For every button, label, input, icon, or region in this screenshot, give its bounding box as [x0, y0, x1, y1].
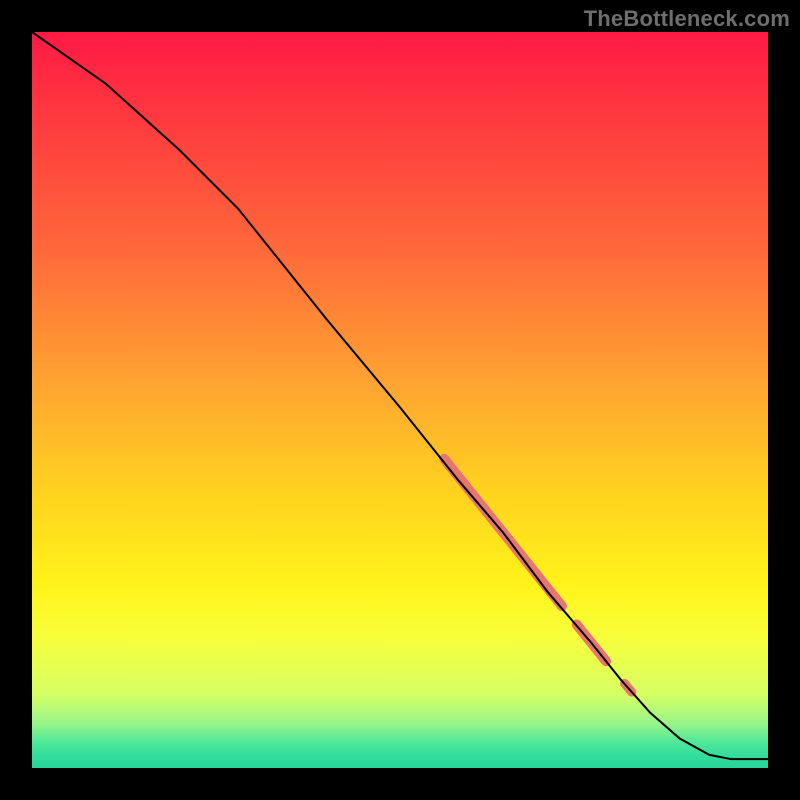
chart-svg	[32, 32, 768, 768]
gradient-background	[32, 32, 768, 768]
chart-frame: TheBottleneck.com	[0, 0, 800, 800]
watermark-text: TheBottleneck.com	[584, 6, 790, 32]
plot-area	[32, 32, 768, 768]
